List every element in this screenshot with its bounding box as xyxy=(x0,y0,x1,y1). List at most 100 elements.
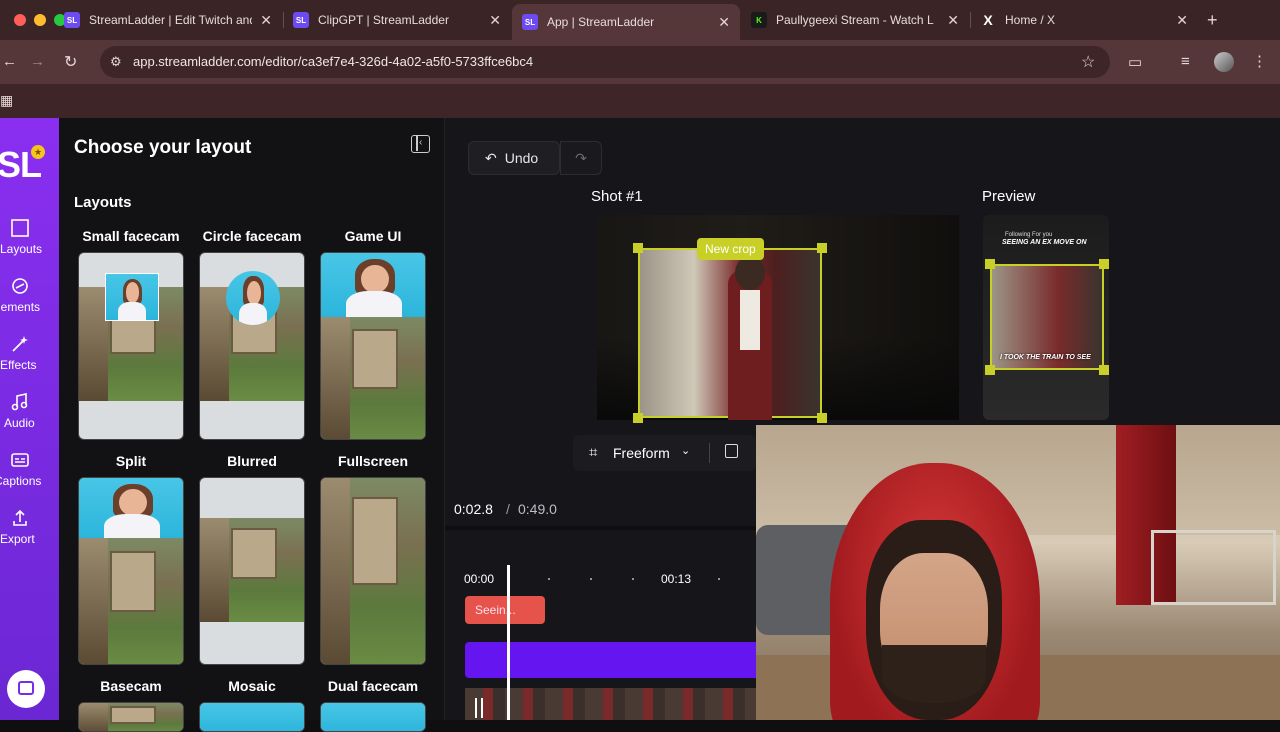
left-rail: SL ★ Layouts Elements Effects Audio Capt… xyxy=(0,118,59,720)
layout-label: Game UI xyxy=(344,228,402,244)
close-tab-icon[interactable]: ✕ xyxy=(947,12,959,29)
preview-handle-tl[interactable] xyxy=(985,259,995,269)
tab-clipgpt[interactable]: SL ClipGPT | StreamLadder ✕ xyxy=(283,6,511,34)
preview-caption-top: SEEING AN EX MOVE ON xyxy=(1002,239,1087,246)
profile-avatar[interactable] xyxy=(1214,52,1234,72)
export-icon xyxy=(13,509,27,526)
layout-card-dual-facecam[interactable]: Dual facecam xyxy=(318,678,428,732)
layout-card-basecam[interactable]: Basecam xyxy=(76,678,186,732)
media-controls-icon[interactable]: ≡ xyxy=(1181,53,1190,70)
layout-label: Circle facecam xyxy=(202,228,302,244)
redo-button[interactable]: ↷ xyxy=(560,141,602,175)
magic-wand-icon xyxy=(12,336,28,352)
layout-card-split[interactable]: Split xyxy=(76,453,186,665)
chat-support-button[interactable] xyxy=(7,670,45,708)
layout-thumbnail xyxy=(199,477,305,665)
back-icon[interactable]: ← xyxy=(2,53,17,70)
close-tab-icon[interactable]: ✕ xyxy=(718,14,730,31)
preview-title: Preview xyxy=(982,188,1036,205)
layout-card-blurred[interactable]: Blurred xyxy=(197,453,307,665)
rail-label: Export xyxy=(0,532,35,546)
preview-crop-box[interactable]: I TOOK THE TRAIN TO SEE xyxy=(990,264,1104,370)
preview-handle-bl[interactable] xyxy=(985,365,995,375)
kick-favicon-icon: K xyxy=(751,12,767,28)
minimize-window-icon[interactable] xyxy=(34,14,46,26)
tab-title: Home / X xyxy=(1005,13,1056,27)
collapse-panel-icon[interactable]: ‹ xyxy=(411,135,430,153)
undo-icon: ↶ xyxy=(485,149,497,166)
rail-label: Audio xyxy=(4,416,35,430)
timeline-divider xyxy=(445,526,756,530)
layout-card-mosaic[interactable]: Mosaic xyxy=(197,678,307,732)
preview-caption-bottom: I TOOK THE TRAIN TO SEE xyxy=(1000,354,1091,361)
layout-label: Basecam xyxy=(100,678,162,694)
close-window-icon[interactable] xyxy=(14,14,26,26)
tab-x-home[interactable]: X Home / X ✕ xyxy=(970,6,1198,34)
reload-icon[interactable]: ↻ xyxy=(64,52,77,72)
panel-title: Choose your layout xyxy=(74,137,252,158)
cast-icon[interactable]: ▭ xyxy=(1128,53,1142,71)
layout-icon xyxy=(11,219,29,237)
layouts-section-title: Layouts xyxy=(74,194,132,211)
rail-label: Elements xyxy=(0,300,41,314)
layout-thumbnail xyxy=(320,252,426,440)
layout-label: Small facecam xyxy=(82,228,180,244)
crop-tag: New crop xyxy=(697,238,764,260)
ruler-tick xyxy=(632,578,634,580)
layout-label: Blurred xyxy=(227,453,277,469)
more-menu-icon[interactable]: ⋮ xyxy=(1252,52,1267,70)
crop-handle-tl[interactable] xyxy=(633,243,643,253)
text-clip[interactable]: Seein... xyxy=(465,596,545,624)
playhead[interactable] xyxy=(507,565,510,720)
captions-icon xyxy=(11,453,29,467)
trim-handle-icon[interactable] xyxy=(475,698,483,718)
layout-label: Mosaic xyxy=(228,678,276,694)
freeform-dropdown[interactable]: ⌗ Freeform ⌄ xyxy=(573,435,756,471)
preview-header-text: Following For you xyxy=(1005,232,1053,238)
crop-box[interactable] xyxy=(638,248,822,420)
bookmark-star-icon[interactable]: ☆ xyxy=(1081,52,1095,72)
tab-app-streamladder[interactable]: SL App | StreamLadder ✕ xyxy=(512,4,740,40)
crop-handle-br[interactable] xyxy=(817,413,827,423)
close-tab-icon[interactable]: ✕ xyxy=(1176,12,1188,29)
streamladder-favicon-icon: SL xyxy=(293,12,309,28)
new-tab-icon[interactable]: + xyxy=(1207,10,1218,31)
forward-icon[interactable]: → xyxy=(30,53,45,70)
layout-card-circle-facecam[interactable]: Circle facecam xyxy=(197,228,307,440)
undo-label: Undo xyxy=(504,150,539,166)
crop-handle-bl[interactable] xyxy=(633,413,643,423)
undo-button[interactable]: ↶ Undo xyxy=(468,141,560,175)
tab-streamladder-edit[interactable]: SL StreamLadder | Edit Twitch and ✕ xyxy=(54,6,282,34)
ruler-start: 00:00 xyxy=(464,572,495,586)
crop-handle-tr[interactable] xyxy=(817,243,827,253)
close-tab-icon[interactable]: ✕ xyxy=(489,12,501,29)
tab-kick-stream[interactable]: K Paullygeexi Stream - Watch L ✕ xyxy=(741,6,969,34)
url-text[interactable]: app.streamladder.com/editor/ca3ef7e4-326… xyxy=(133,54,533,69)
preview-handle-tr[interactable] xyxy=(1099,259,1109,269)
gold-crown-icon: ★ xyxy=(31,145,45,159)
preview-handle-br[interactable] xyxy=(1099,365,1109,375)
ruler-tick xyxy=(548,578,550,580)
layout-thumbnail xyxy=(78,252,184,440)
browser-tab-bar: SL StreamLadder | Edit Twitch and ✕ SL C… xyxy=(0,0,1280,40)
webcam-overlay xyxy=(756,425,1280,720)
copy-crop-icon[interactable] xyxy=(725,444,738,458)
layout-card-small-facecam[interactable]: Small facecam xyxy=(76,228,186,440)
layout-thumbnail xyxy=(199,252,305,440)
rail-label: Layouts xyxy=(0,242,43,256)
chevron-down-icon: ⌄ xyxy=(681,445,691,457)
apps-grid-icon[interactable]: ▦ xyxy=(0,92,13,109)
tab-title: Paullygeexi Stream - Watch L xyxy=(776,13,934,27)
layout-thumbnail xyxy=(78,702,184,732)
ruler-tick xyxy=(590,578,592,580)
shot-title: Shot #1 xyxy=(591,188,643,205)
freeform-label: Freeform xyxy=(613,445,670,461)
bookmarks-bar: ▦ xyxy=(0,84,1280,118)
site-info-icon[interactable]: ⚙ xyxy=(110,54,122,70)
layout-label: Dual facecam xyxy=(327,678,419,694)
close-tab-icon[interactable]: ✕ xyxy=(260,12,272,29)
time-separator: / xyxy=(506,501,510,517)
layout-card-fullscreen[interactable]: Fullscreen xyxy=(318,453,428,665)
tab-title: App | StreamLadder xyxy=(547,15,655,29)
layout-card-game-ui[interactable]: Game UI xyxy=(318,228,428,440)
